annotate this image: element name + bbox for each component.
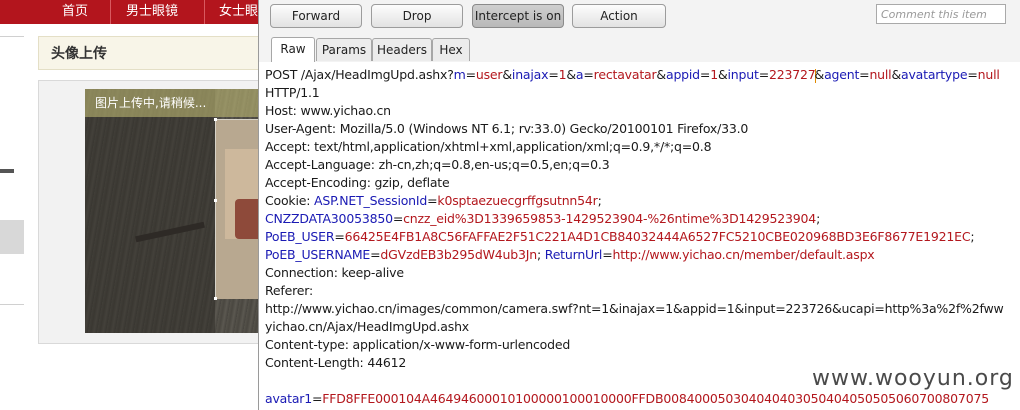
query-param-value: null — [977, 67, 1000, 82]
query-param-value: user — [475, 67, 503, 82]
avatar-upload-frame: 图片上传中,请稍候... — [38, 80, 258, 344]
query-param-key: m — [453, 67, 466, 82]
header-accept: Accept: text/html,application/xhtml+xml,… — [265, 139, 712, 154]
cookie-value: cnzz_eid%3D1339659853-1429523904-%26ntim… — [403, 211, 817, 226]
photo-subject — [235, 199, 258, 239]
sidebar-marker — [0, 169, 14, 173]
tab-headers[interactable]: Headers — [372, 38, 432, 61]
sidebar-active-item[interactable] — [0, 220, 24, 254]
query-param-value: null — [869, 67, 892, 82]
body-param-key: avatar1 — [265, 391, 312, 406]
body-param-value: FFD8FFE000104A46494600010100000100010000… — [322, 391, 989, 406]
cookie-key: ASP.NET_SessionId — [314, 193, 428, 208]
query-param-key: agent — [824, 67, 860, 82]
param-equals: = — [967, 67, 978, 82]
crop-handle[interactable] — [214, 199, 217, 202]
query-param-value: rectavatar — [593, 67, 657, 82]
header-cookie-line-4: PoEB_USERNAME=dGVzdEB3b295dW4ub3Jn; Retu… — [265, 247, 875, 262]
cookie-label: Cookie: — [265, 193, 315, 208]
action-button[interactable]: Action — [572, 4, 666, 28]
upload-status-banner: 图片上传中,请稍候... — [85, 89, 258, 117]
header-accept-encoding: Accept-Encoding: gzip, deflate — [265, 175, 450, 190]
param-equals: = — [583, 67, 594, 82]
referer-url-wrap: yichao.cn/Ajax/HeadImgUpd.ashx — [265, 319, 469, 334]
crop-edge[interactable] — [215, 119, 216, 299]
request-method-path: POST /Ajax/HeadImgUpd.ashx? — [265, 67, 454, 82]
intercept-toggle-button[interactable]: Intercept is on — [472, 4, 564, 28]
crop-handle[interactable] — [214, 118, 217, 121]
upload-title: 头像上传 — [51, 46, 107, 62]
header-cookie-line-3: PoEB_USER=66425E4FB1A8C56FAFFAE2F51C221A… — [265, 229, 975, 244]
cookie-value: http://www.yichao.cn/member/default.aspx — [612, 247, 875, 262]
query-param-key: input — [727, 67, 759, 82]
nav-womens-glasses[interactable]: 女士眼 — [219, 0, 258, 24]
param-separator: & — [717, 67, 728, 82]
param-separator: & — [891, 67, 902, 82]
param-separator: & — [502, 67, 512, 82]
tab-params[interactable]: Params — [316, 38, 372, 61]
left-sidebar-strip — [0, 24, 24, 410]
sidebar-divider — [0, 304, 24, 305]
tab-hex[interactable]: Hex — [432, 38, 470, 61]
header-accept-language: Accept-Language: zh-cn,zh;q=0.8,en-us;q=… — [265, 157, 610, 172]
header-content-length: Content-Length: 44612 — [265, 355, 407, 370]
cookie-key: ReturnUrl — [544, 247, 603, 262]
header-content-type: Content-type: application/x-www-form-url… — [265, 337, 571, 352]
header-cookie-line-1: Cookie: ASP.NET_SessionId=k0sptaezuecgrf… — [265, 193, 602, 208]
cookie-key: CNZZDATA30053850 — [265, 211, 393, 226]
cookie-value: 66425E4FB1A8C56FAFFAE2F51C221A4D1CB84032… — [344, 229, 971, 244]
nav-separator — [204, 0, 205, 24]
upload-header: 头像上传 — [38, 36, 258, 70]
param-equals: = — [548, 67, 559, 82]
param-separator: & — [566, 67, 576, 82]
cookie-value: dGVzdEB3b295dW4ub3Jn — [380, 247, 537, 262]
cookie-key: PoEB_USERNAME — [265, 247, 371, 262]
request-body: avatar1=FFD8FFE000104A464946000101000001… — [265, 391, 989, 406]
query-param-value: 223727 — [768, 67, 816, 82]
nav-mens-glasses[interactable]: 男士眼镜 — [126, 0, 178, 24]
header-user-agent: User-Agent: Mozilla/5.0 (Windows NT 6.1;… — [265, 121, 749, 136]
header-connection: Connection: keep-alive — [265, 265, 404, 280]
watermark: www.wooyun.org — [812, 366, 1014, 391]
nav-home[interactable]: 首页 — [62, 0, 88, 24]
burp-intercept-pane: Forward Drop Intercept is on Action Comm… — [258, 0, 1020, 410]
referer-url: http://www.yichao.cn/images/common/camer… — [265, 301, 1004, 316]
header-cookie-line-2: CNZZDATA30053850=cnzz_eid%3D1339659853-1… — [265, 211, 821, 226]
param-separator: & — [656, 67, 666, 82]
param-equals: = — [859, 67, 870, 82]
raw-request-editor[interactable]: POST /Ajax/HeadImgUpd.ashx?m=user&inajax… — [259, 62, 1020, 410]
param-equals: = — [465, 67, 476, 82]
query-param-key: inajax — [511, 67, 549, 82]
comment-input[interactable]: Comment this item — [876, 4, 1006, 24]
query-param-key: avatartype — [901, 67, 968, 82]
uploaded-photo — [85, 89, 258, 333]
query-param-key: appid — [665, 67, 700, 82]
header-host: Host: www.yichao.cn — [265, 103, 391, 118]
request-line: POST /Ajax/HeadImgUpd.ashx?m=user&inajax… — [265, 66, 1000, 84]
nav-separator — [110, 0, 111, 24]
forward-button[interactable]: Forward — [270, 4, 362, 28]
header-referer: Referer: — [265, 283, 313, 298]
sidebar-divider — [0, 36, 24, 37]
http-version: HTTP/1.1 — [265, 85, 320, 100]
tab-raw[interactable]: Raw — [271, 37, 315, 63]
param-equals: = — [758, 67, 769, 82]
crop-handle[interactable] — [214, 297, 217, 300]
upload-status-text: 图片上传中,请稍候... — [95, 96, 207, 110]
cookie-value: k0sptaezuecgrffgsutnn54r — [437, 193, 598, 208]
param-separator: & — [814, 67, 825, 82]
param-equals: = — [699, 67, 711, 82]
crop-edge[interactable] — [215, 119, 258, 120]
query-param-value: 1 — [710, 67, 718, 82]
drop-button[interactable]: Drop — [371, 4, 463, 28]
website-pane: 首页 男士眼镜 女士眼 头像上传 图片上传中,请稍候... — [0, 0, 258, 410]
message-tabs: Raw Params Headers Hex — [259, 34, 1020, 63]
crop-dim-overlay — [85, 89, 215, 333]
site-nav-bar: 首页 男士眼镜 女士眼 — [0, 0, 258, 24]
cookie-key: PoEB_USER — [265, 229, 335, 244]
intercept-toolbar: Forward Drop Intercept is on Action Comm… — [259, 0, 1020, 34]
